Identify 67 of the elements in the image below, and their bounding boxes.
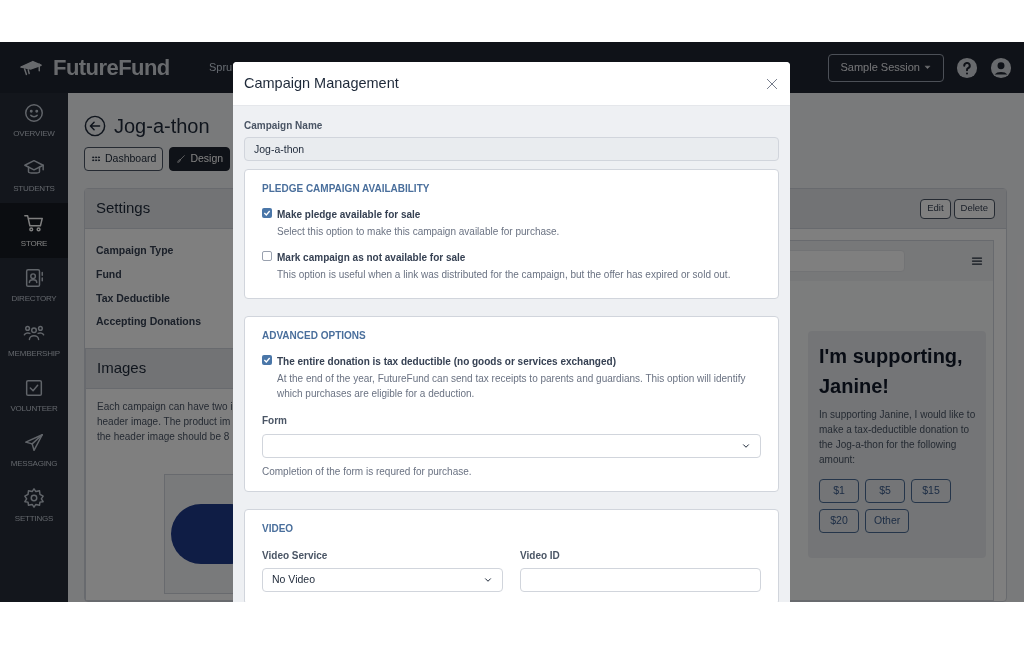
field-label: Video Service (262, 549, 329, 563)
amount-button[interactable]: $1 (819, 479, 859, 503)
card-title: Images (97, 358, 147, 379)
video-id-field[interactable] (520, 568, 761, 592)
help-text: This option is useful when a link was distributed for the campaign, but the offer has expired or sold out. (277, 268, 731, 282)
video-service-dropdown[interactable]: No Video (262, 568, 503, 592)
chevron-down-icon (483, 575, 493, 585)
section-heading: VIDEO (262, 522, 295, 536)
session-dropdown[interactable]: Sample Session (827, 53, 944, 82)
grid-icon (91, 154, 101, 164)
contact-card-icon (23, 266, 45, 289)
panel-button[interactable]: Delete (953, 198, 995, 219)
field-label: Fund (96, 266, 122, 282)
sidebar-item[interactable]: STUDENTS (0, 148, 68, 203)
amount-button[interactable]: $15 (911, 479, 951, 503)
close-button[interactable] (765, 76, 779, 91)
checkbox-label: Make pledge available for sale (277, 208, 422, 222)
face-icon (23, 101, 45, 124)
sidebar-item[interactable]: VOLUNTEER (0, 368, 68, 423)
brush-icon (176, 154, 187, 164)
help-text: At the end of the year, FutureFund can send tax receipts to parents and guardians. This option will identify which purchases are eligible for a deduction. (277, 372, 747, 401)
amount-button[interactable]: $20 (819, 509, 859, 533)
panel-title: Settings (96, 198, 151, 219)
section-heading: PLEDGE CAMPAIGN AVAILABILITY (262, 182, 431, 196)
description-line: the header image should be 8 (97, 430, 230, 444)
pledge-heading: I'm supporting, Janine! (819, 344, 964, 399)
amount-button[interactable]: Other (865, 509, 910, 533)
sidebar-item[interactable]: OVERVIEW (0, 93, 68, 148)
panel-button[interactable]: Edit (920, 198, 951, 219)
sidebar-item[interactable]: MESSAGING (0, 423, 68, 478)
sidebar-item[interactable]: SETTINGS (0, 478, 68, 533)
caret-icon (924, 64, 931, 71)
checkbox[interactable] (262, 355, 272, 365)
page-title: Jog-a-thon (114, 114, 210, 139)
field-label: Form (262, 414, 288, 428)
chevron-down-icon (741, 441, 751, 451)
tab[interactable]: Design (169, 147, 231, 171)
section-heading: ADVANCED OPTIONS (262, 329, 367, 343)
field-label: Campaign Name (244, 119, 324, 133)
help-text: Completion of the form is requred for purchase. (262, 465, 473, 479)
dialog-title: Campaign Management (244, 73, 399, 93)
help-icon (956, 56, 978, 79)
sidebar-item[interactable]: STORE (0, 203, 68, 258)
checkbox-label: The entire donation is tax deductible (no goods or services exchanged) (277, 355, 617, 369)
tab[interactable]: Dashboard (84, 147, 164, 171)
gear-icon (23, 486, 45, 509)
description-line: Each campaign can have two i (97, 400, 233, 414)
brand-name: FutureFund (53, 54, 170, 82)
amount-button[interactable]: $5 (865, 479, 905, 503)
description-line: header image. The product im (97, 415, 231, 429)
field-label: Tax Deductible (96, 290, 170, 306)
sidebar-item[interactable]: DIRECTORY (0, 258, 68, 313)
field-label: Video ID (520, 549, 561, 563)
checkbox-label: Mark campaign as not available for sale (277, 251, 467, 265)
account-icon (990, 56, 1012, 79)
close-icon (765, 76, 779, 91)
campaign-name-field[interactable]: Jog-a-thon (244, 137, 779, 161)
back-icon (84, 115, 106, 137)
menu-icon (971, 255, 983, 267)
field-label: Campaign Type (96, 243, 174, 258)
organization-name[interactable]: Spru (209, 59, 233, 76)
help-text: Select this option to make this campaign available for purchase. (277, 225, 560, 239)
sidebar-item[interactable]: MEMBERSHIP (0, 313, 68, 368)
paper-plane-icon (23, 431, 45, 454)
field-label: Accepting Donations (96, 314, 201, 330)
checkbox[interactable] (262, 251, 272, 261)
checkbox[interactable] (262, 208, 272, 218)
